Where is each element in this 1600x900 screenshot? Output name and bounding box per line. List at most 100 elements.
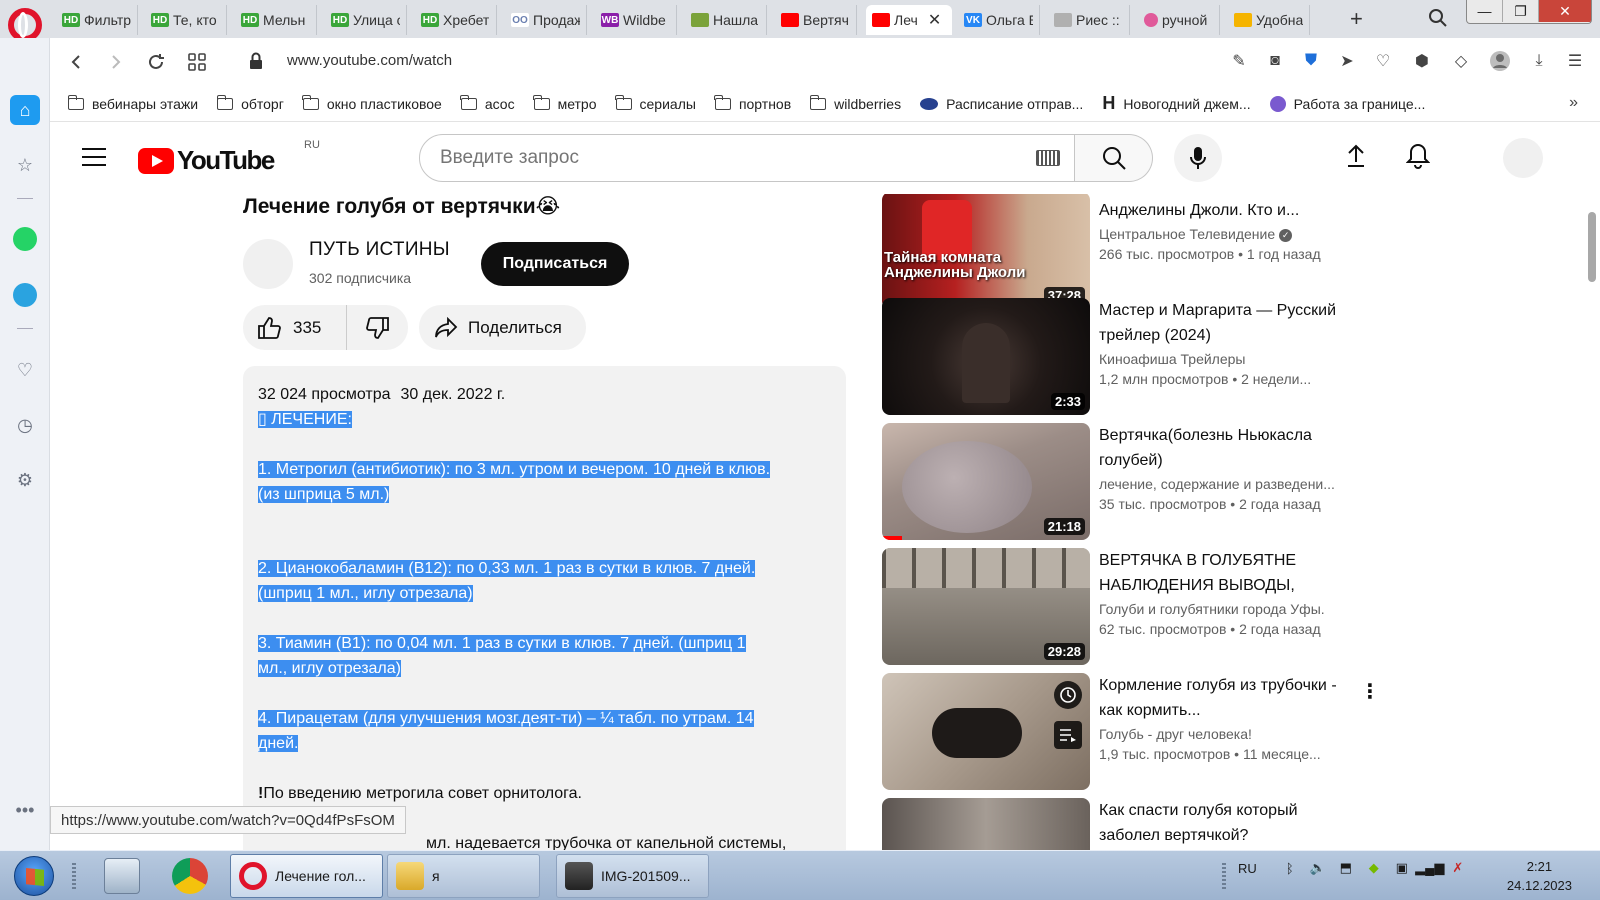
extensions-icon[interactable]: ⬢ [1408, 50, 1436, 72]
bookmark-folder[interactable]: сериалы [615, 94, 696, 112]
heart-icon[interactable]: ♡ [1372, 50, 1394, 72]
video-title[interactable]: Вертячка(болезнь Ньюкасла голубей) [1099, 423, 1359, 473]
camera-icon[interactable]: ◙ [1264, 50, 1286, 72]
voice-search-button[interactable] [1174, 134, 1222, 182]
page-scrollbar[interactable] [1584, 194, 1600, 850]
add-to-queue-icon[interactable] [1054, 721, 1082, 749]
video-title[interactable]: Мастер и Маргарита — Русский трейлер (20… [1099, 298, 1359, 348]
telegram-icon[interactable] [10, 280, 40, 310]
close-window-icon[interactable]: ✕ [1539, 0, 1591, 22]
taskbar-app-photo[interactable]: IMG-201509... [556, 854, 709, 898]
cube-icon[interactable]: ◇ [1450, 50, 1472, 72]
bookmark-folder[interactable]: вебинары этажи [67, 94, 198, 112]
signal-icon[interactable]: ▂▄▆ [1415, 859, 1444, 877]
video-title[interactable]: Как спасти голубя который заболел вертяч… [1099, 798, 1359, 848]
bluetooth-icon[interactable]: ᛒ [1281, 859, 1299, 877]
taskbar-app-explorer[interactable]: я [387, 854, 540, 898]
lock-icon[interactable] [249, 52, 263, 75]
video-thumbnail[interactable]: 21:18 [882, 423, 1090, 540]
video-thumbnail[interactable] [882, 673, 1090, 790]
tab-8[interactable]: Нашла [685, 5, 767, 35]
tab-5[interactable]: HD Хребет [415, 5, 497, 35]
video-title[interactable]: Анджелины Джоли. Кто и... [1099, 198, 1359, 223]
taskbar-app-opera[interactable]: Лечение гол... [230, 854, 383, 898]
upload-icon[interactable] [1345, 144, 1367, 173]
video-channel[interactable]: Центральное Телевидение ✓ [1099, 226, 1359, 242]
start-button[interactable] [14, 856, 54, 896]
bookmark-link[interactable]: Расписание отправ... [920, 96, 1083, 112]
bookmark-folder[interactable]: метро [533, 94, 597, 112]
system-clock[interactable]: 2:21 24.12.2023 [1507, 857, 1572, 895]
opera-menu-icon[interactable] [8, 8, 42, 42]
recommended-video[interactable]: 29:28 ВЕРТЯЧКА В ГОЛУБЯТНЕ НАБЛЮДЕНИЯ ВЫ… [882, 548, 1362, 665]
subscribe-button[interactable]: Подписаться [481, 242, 629, 286]
video-channel[interactable]: лечение, содержание и разведени... [1099, 476, 1359, 492]
volume-icon[interactable]: 🔈 [1309, 859, 1327, 877]
speed-dial-icon[interactable] [185, 50, 209, 74]
more-actions-icon[interactable]: ⋮ [1360, 679, 1380, 704]
chrome-icon[interactable] [172, 858, 208, 894]
back-icon[interactable] [64, 50, 88, 74]
search-input[interactable]: Введите запрос [419, 134, 1075, 182]
tab-2[interactable]: HD Те, кто [145, 5, 227, 35]
calculator-icon[interactable] [104, 858, 140, 894]
search-button[interactable] [1075, 134, 1153, 182]
bookmark-folder[interactable]: окно пластиковое [302, 94, 442, 112]
close-tab-icon[interactable]: ✕ [928, 10, 941, 30]
tab-14[interactable]: Удобна [1228, 5, 1310, 35]
recommended-video[interactable]: Тайная комната Анджелины Джоли 37:28 Анд… [882, 194, 1362, 309]
recommended-video[interactable]: Кормление голубя из трубочки - как корми… [882, 673, 1380, 790]
video-channel[interactable]: Голубь - друг человека! [1099, 726, 1359, 742]
more-icon[interactable]: ••• [10, 795, 40, 825]
tab-active[interactable]: Леч ✕ [866, 5, 952, 35]
home-icon[interactable]: ⌂ [10, 95, 40, 125]
profile-icon[interactable] [1486, 50, 1514, 72]
search-tabs-icon[interactable] [1428, 8, 1448, 33]
more-bookmarks-icon[interactable]: » [1569, 94, 1578, 112]
bookmark-folder[interactable]: портнов [714, 94, 791, 112]
account-avatar[interactable] [1503, 138, 1543, 178]
tab-3[interactable]: HD Мельн [235, 5, 317, 35]
recommended-video[interactable]: Как спасти голубя который заболел вертяч… [882, 798, 1362, 850]
device-icon[interactable]: ▣ [1393, 859, 1411, 877]
like-button[interactable]: 335 [243, 305, 347, 350]
easy-setup-icon[interactable]: ☰ [1564, 50, 1586, 72]
tab-6[interactable]: OO Продаж [505, 5, 587, 35]
recommended-video[interactable]: 2:33 Мастер и Маргарита — Русский трейле… [882, 298, 1362, 415]
tab-13[interactable]: ручной [1138, 5, 1220, 35]
network-error-icon[interactable]: ✗ [1449, 859, 1467, 877]
video-channel[interactable]: Киноафиша Трейлеры [1099, 351, 1359, 367]
video-thumbnail[interactable] [882, 798, 1090, 850]
bookmark-folder[interactable]: обторг [216, 94, 284, 112]
shield-icon[interactable]: ⛊ [1300, 50, 1322, 72]
bookmark-folder[interactable]: асос [460, 94, 515, 112]
whatsapp-icon[interactable] [10, 224, 40, 254]
star-icon[interactable]: ☆ [10, 150, 40, 180]
tab-7[interactable]: WB Wildbe [595, 5, 677, 35]
keyboard-icon[interactable] [1036, 150, 1060, 166]
nvidia-icon[interactable]: ◆ [1365, 859, 1383, 877]
video-title[interactable]: ВЕРТЯЧКА В ГОЛУБЯТНЕ НАБЛЮДЕНИЯ ВЫВОДЫ, [1099, 548, 1359, 598]
bookmark-link[interactable]: H Новогодний джем... [1102, 93, 1250, 114]
new-tab-button[interactable]: + [1350, 6, 1363, 32]
history-icon[interactable]: ◷ [10, 410, 40, 440]
tab-4[interactable]: HD Улица с [325, 5, 407, 35]
dislike-button[interactable] [347, 316, 407, 340]
watch-later-icon[interactable] [1054, 681, 1082, 709]
recommended-video[interactable]: 21:18 Вертячка(болезнь Ньюкасла голубей)… [882, 423, 1362, 540]
menu-icon[interactable] [82, 148, 106, 172]
forward-icon[interactable] [104, 50, 128, 74]
network-adapter-icon[interactable]: ⬒ [1337, 859, 1355, 877]
minimize-icon[interactable]: — [1467, 0, 1503, 22]
tab-11[interactable]: VK Ольга Е [958, 5, 1040, 35]
input-language[interactable]: RU [1238, 859, 1257, 877]
video-thumbnail[interactable]: Тайная комната Анджелины Джоли 37:28 [882, 194, 1090, 309]
tab-1[interactable]: HD Фильтр [56, 5, 138, 35]
tab-12[interactable]: Риес :: с [1048, 5, 1130, 35]
restore-icon[interactable]: ❐ [1503, 0, 1539, 22]
send-icon[interactable]: ➤ [1336, 50, 1358, 72]
video-title[interactable]: Кормление голубя из трубочки - как корми… [1099, 673, 1359, 723]
scrollbar-thumb[interactable] [1588, 212, 1596, 282]
heart-icon[interactable]: ♡ [10, 355, 40, 385]
video-thumbnail[interactable]: 2:33 [882, 298, 1090, 415]
